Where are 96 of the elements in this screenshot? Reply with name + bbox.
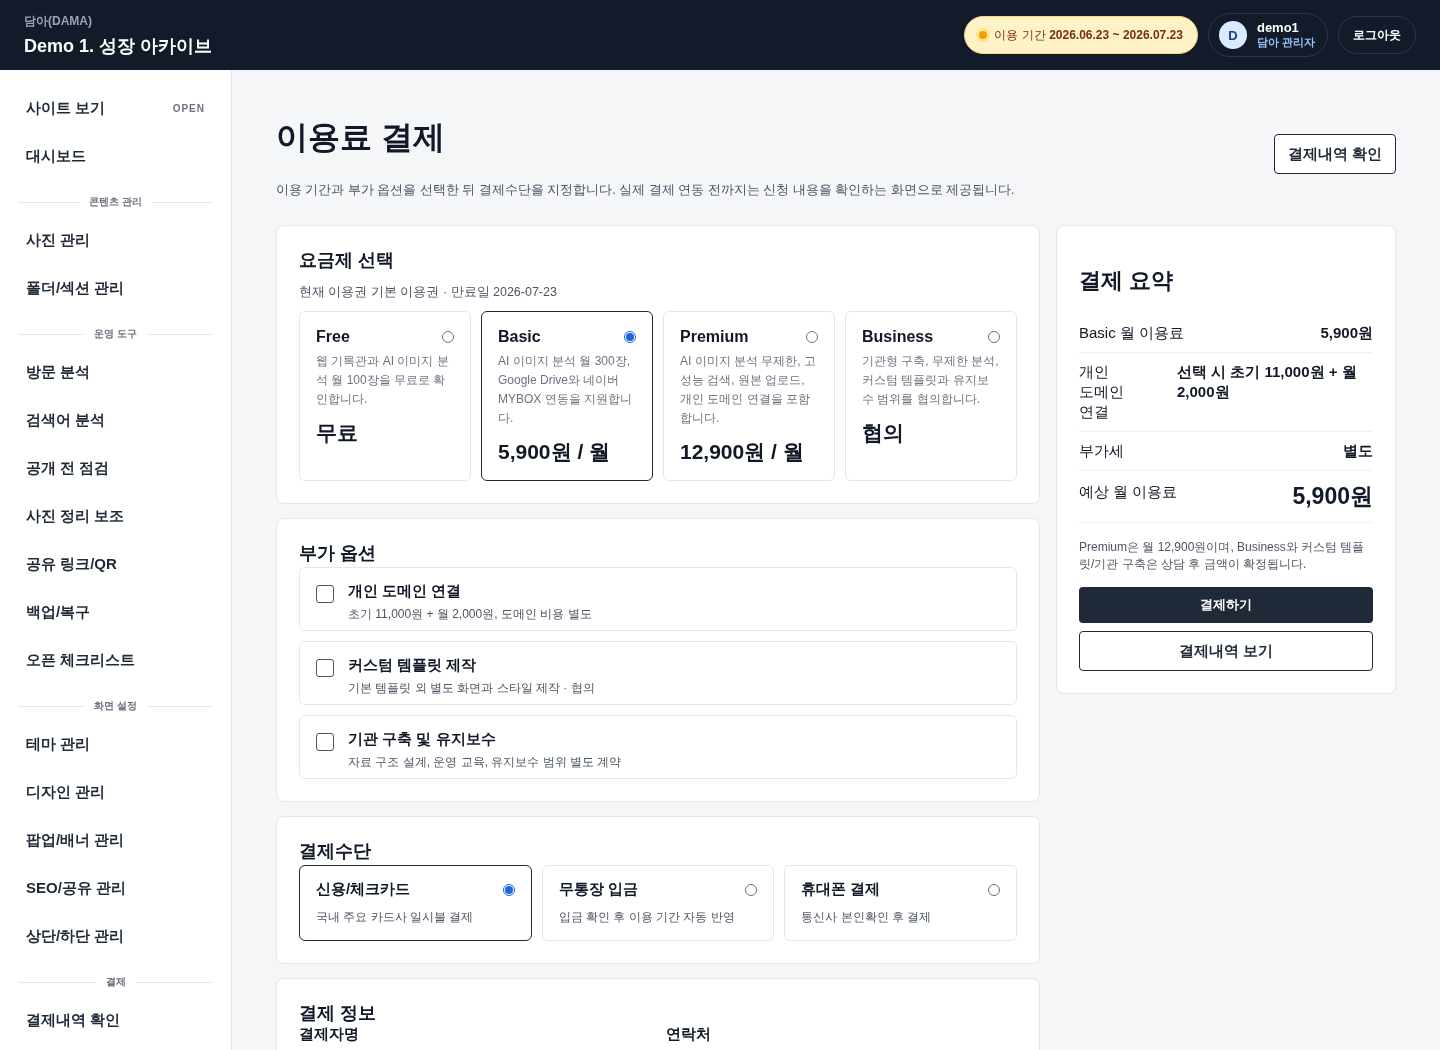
sidebar-item[interactable]: 공개 전 점검 bbox=[18, 444, 213, 492]
plan-price: 협의 bbox=[862, 420, 905, 446]
sidebar-item[interactable]: 백업/복구 bbox=[18, 588, 213, 636]
option-name: 기관 구축 및 유지보수 bbox=[348, 730, 497, 749]
plan-price: 5,900원 / 월 bbox=[498, 439, 612, 465]
section-title: 결제수단 bbox=[299, 840, 372, 863]
user-name: demo1 bbox=[1256, 20, 1300, 35]
method-detail: 국내 주요 카드사 일시불 결제 bbox=[316, 909, 475, 926]
plan-price: 12,900원 / 월 bbox=[680, 439, 805, 465]
page-title: 이용료 결제 bbox=[276, 118, 446, 157]
radio-button[interactable] bbox=[502, 883, 515, 896]
plan-name: Business bbox=[862, 328, 934, 346]
plan-description: 기관형 구축, 무제한 분석, 커스텀 템플릿과 유지보수 범위를 협의합니다. bbox=[862, 353, 1000, 408]
summary-label: 부가세 bbox=[1079, 441, 1124, 461]
sidebar-item[interactable]: 사이트 보기 OPEN bbox=[18, 84, 213, 132]
plan-price: 무료 bbox=[316, 420, 359, 446]
field-label: 결제자명 bbox=[299, 1025, 360, 1044]
section-title: 부가 옵션 bbox=[299, 542, 377, 565]
status-dot-icon bbox=[979, 31, 988, 39]
checkbox[interactable] bbox=[316, 585, 334, 603]
field-label: 연락처 bbox=[666, 1025, 712, 1044]
payment-method-card[interactable]: 신용/체크카드 국내 주요 카드사 일시불 결제 bbox=[299, 865, 532, 941]
sidebar-item[interactable]: 공유 링크/QR bbox=[18, 540, 213, 588]
total-amount: 5,900원 bbox=[1292, 482, 1373, 510]
payment-history-button[interactable]: 결제내역 보기 bbox=[1079, 631, 1373, 671]
sidebar-item[interactable]: 디자인 관리 bbox=[18, 768, 213, 816]
sidebar-item-label: 사이트 보기 bbox=[26, 98, 106, 118]
addon-option[interactable]: 기관 구축 및 유지보수 자료 구조 설계, 운영 교육, 유지보수 범위 별도 계약 bbox=[299, 715, 1017, 779]
plan-name: Free bbox=[316, 328, 350, 346]
sidebar-item[interactable]: 결제내역 확인 bbox=[18, 996, 213, 1044]
method-name: 휴대폰 결제 bbox=[801, 880, 881, 899]
plan-card[interactable]: Premium AI 이미지 분석 무제한, 고성능 검색, 원본 업로드, 개인 도메인 연결을 포함합니다. 12,900원 / 월 bbox=[663, 311, 835, 481]
summary-label: 개인 도메인 연결 bbox=[1079, 362, 1125, 422]
sidebar-item[interactable]: 대시보드 bbox=[18, 132, 213, 180]
radio-button[interactable] bbox=[442, 331, 454, 343]
plan-card[interactable]: Business 기관형 구축, 무제한 분석, 커스텀 템플릿과 유지보수 범위를 협의합니다. 협의 bbox=[845, 311, 1017, 481]
checkbox[interactable] bbox=[316, 659, 334, 677]
radio-button[interactable] bbox=[624, 331, 636, 343]
plan-card[interactable]: Free 웹 기록관과 AI 이미지 분석 월 100장을 무료로 확인합니다. 무료 bbox=[299, 311, 471, 481]
pay-button[interactable]: 결제하기 bbox=[1079, 587, 1373, 623]
checkbox[interactable] bbox=[316, 733, 334, 751]
section-subtitle: 현재 이용권 기본 이용권 · 만료일 2026-07-23 bbox=[299, 284, 558, 301]
sidebar-item[interactable]: 폴더/섹션 관리 bbox=[18, 264, 213, 312]
section-title: 결제 정보 bbox=[299, 1002, 377, 1025]
radio-button[interactable] bbox=[745, 883, 758, 896]
section-heading: 결제 bbox=[105, 975, 126, 989]
addon-option[interactable]: 개인 도메인 연결 초기 11,000원 + 월 2,000원, 도메인 비용 별도 bbox=[299, 567, 1017, 631]
section-heading: 운영 도구 bbox=[94, 327, 137, 341]
option-name: 커스텀 템플릿 제작 bbox=[348, 656, 478, 675]
plan-description: 웹 기록관과 AI 이미지 분석 월 100장을 무료로 확인합니다. bbox=[316, 353, 450, 408]
payment-history-button[interactable]: 결제내역 확인 bbox=[1273, 134, 1396, 174]
payment-method-card[interactable]: 휴대폰 결제 통신사 본인확인 후 결제 bbox=[784, 865, 1017, 941]
method-name: 신용/체크카드 bbox=[316, 880, 411, 899]
avatar: D bbox=[1218, 21, 1247, 49]
open-label: OPEN bbox=[172, 102, 205, 114]
plan-description: AI 이미지 분석 월 300장, Google Drive와 네이버 MYBOX 연동을 지원합니다. bbox=[498, 353, 633, 427]
user-role: 담아 관리자 bbox=[1256, 35, 1315, 50]
radio-button[interactable] bbox=[988, 883, 1000, 896]
sidebar-item[interactable]: 사진 관리 bbox=[18, 216, 213, 264]
option-name: 개인 도메인 연결 bbox=[348, 582, 463, 601]
plan-name: Premium bbox=[680, 328, 749, 346]
sidebar-item[interactable]: 방문 분석 bbox=[18, 348, 213, 396]
summary-value: 선택 시 초기 11,000원 + 월 2,000원 bbox=[1177, 362, 1358, 402]
sidebar-item[interactable]: 상단/하단 관리 bbox=[18, 912, 213, 960]
summary-label: 예상 월 이용료 bbox=[1079, 482, 1178, 502]
sidebar-item[interactable]: SEO/공유 관리 bbox=[18, 864, 213, 912]
summary-title: 결제 요약 bbox=[1079, 267, 1175, 295]
site-title: Demo 1. 성장 아카이브 bbox=[24, 34, 213, 58]
summary-value: 5,900원 bbox=[1320, 323, 1373, 343]
summary-value: 별도 bbox=[1343, 441, 1373, 461]
page-description: 이용 기간과 부가 옵션을 선택한 뒤 결제수단을 지정합니다. 실제 결제 연동 전까지는 신청 내용을 확인하는 화면으로 제공됩니다. bbox=[276, 182, 1015, 199]
plan-description: AI 이미지 분석 무제한, 고성능 검색, 원본 업로드, 개인 도메인 연결을 포함합니다. bbox=[680, 353, 817, 427]
period-badge: 이용 기간 2026.06.23 ~ 2026.07.23 bbox=[964, 16, 1198, 54]
section-heading: 화면 설정 bbox=[94, 699, 137, 713]
section-title: 요금제 선택 bbox=[299, 249, 395, 272]
section-heading: 콘텐츠 관리 bbox=[89, 195, 142, 209]
method-detail: 통신사 본인확인 후 결제 bbox=[801, 909, 933, 926]
sidebar-item[interactable]: 팝업/배너 관리 bbox=[18, 816, 213, 864]
plan-card[interactable]: Basic AI 이미지 분석 월 300장, Google Drive와 네이버 MYBOX 연동을 지원합니다. 5,900원 / 월 bbox=[481, 311, 653, 481]
method-name: 무통장 입금 bbox=[558, 880, 638, 899]
option-detail: 기본 템플릿 외 별도 화면과 스타일 제작 · 협의 bbox=[348, 680, 595, 697]
summary-note: Premium은 월 12,900원이며, Business와 커스텀 템플릿/기관 구축은 상담 후 금액이 확정됩니다. bbox=[1079, 539, 1366, 573]
option-detail: 자료 구조 설계, 운영 교육, 유지보수 범위 별도 계약 bbox=[348, 754, 622, 771]
sidebar-item[interactable]: 사진 정리 보조 bbox=[18, 492, 213, 540]
plan-name: Basic bbox=[498, 328, 541, 346]
summary-label: Basic 월 이용료 bbox=[1079, 323, 1184, 343]
addon-option[interactable]: 커스텀 템플릿 제작 기본 템플릿 외 별도 화면과 스타일 제작 · 협의 bbox=[299, 641, 1017, 705]
sidebar-item[interactable]: 테마 관리 bbox=[18, 720, 213, 768]
payment-method-card[interactable]: 무통장 입금 입금 확인 후 이용 기간 자동 반영 bbox=[541, 865, 775, 941]
brand-name: 담아(DAMA) bbox=[24, 12, 93, 30]
radio-button[interactable] bbox=[988, 331, 1000, 343]
radio-button[interactable] bbox=[806, 331, 818, 343]
sidebar-item[interactable]: 오픈 체크리스트 bbox=[18, 636, 213, 684]
method-detail: 입금 확인 후 이용 기간 자동 반영 bbox=[558, 909, 736, 926]
option-detail: 초기 11,000원 + 월 2,000원, 도메인 비용 별도 bbox=[348, 606, 592, 623]
sidebar-item[interactable]: 검색어 분석 bbox=[18, 396, 213, 444]
